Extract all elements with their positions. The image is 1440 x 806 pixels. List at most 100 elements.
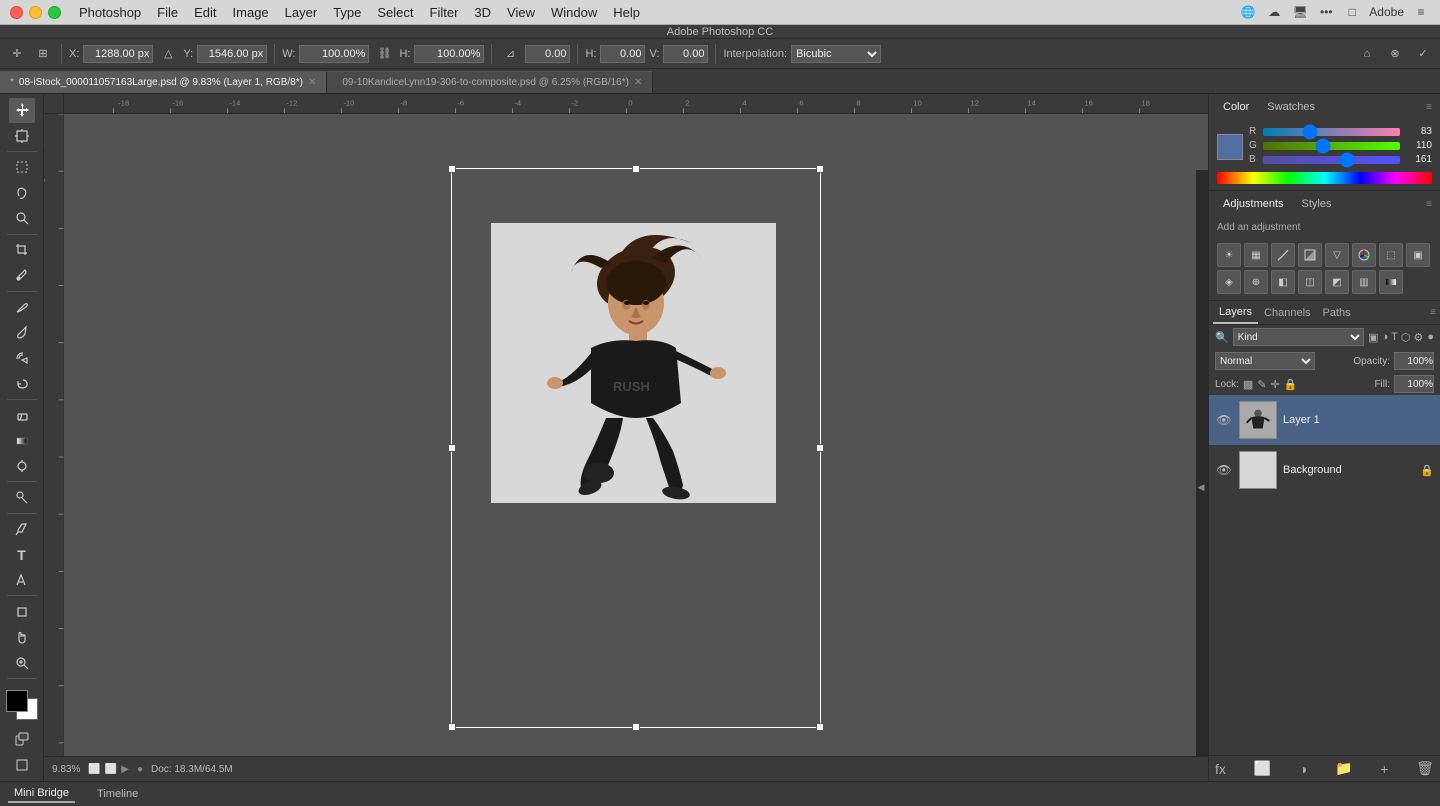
layer-row-layer1[interactable]: 👁 Layer 1 — [1209, 395, 1440, 445]
color-lookup-btn[interactable]: ◧ — [1271, 270, 1295, 294]
lock-image-icon[interactable]: ✎ — [1257, 378, 1266, 391]
photo-layer[interactable]: RUSH — [491, 223, 776, 503]
quick-mask-mode[interactable] — [9, 727, 35, 752]
curves-btn[interactable] — [1271, 243, 1295, 267]
new-layer-button[interactable]: + — [1380, 761, 1388, 777]
artboard-tool[interactable] — [9, 124, 35, 149]
adj-panel-header[interactable]: Adjustments Styles ≡ — [1209, 191, 1440, 217]
next-btn[interactable]: ▶ — [121, 764, 129, 775]
brightness-contrast-btn[interactable]: ☀ — [1217, 243, 1241, 267]
transform-handle-ml[interactable] — [448, 444, 456, 452]
b-slider[interactable] — [1263, 156, 1400, 164]
zoom-tool[interactable] — [9, 651, 35, 676]
layer1-visibility-icon[interactable]: 👁 — [1215, 413, 1233, 427]
vibrance-btn[interactable]: ▽ — [1325, 243, 1349, 267]
tab-2[interactable]: 09-10KandiceLynn19-306-to-composite.psd … — [327, 71, 653, 93]
hue-sat-btn[interactable] — [1352, 243, 1376, 267]
exposure-btn[interactable] — [1298, 243, 1322, 267]
close-button[interactable] — [10, 6, 23, 19]
adj-filter-icon[interactable]: ◑ — [1381, 331, 1388, 344]
smart-filter-icon[interactable]: ⚙ — [1413, 331, 1423, 344]
quick-select-tool[interactable] — [9, 206, 35, 231]
tab-adjustments[interactable]: Adjustments — [1217, 196, 1290, 212]
menu-help[interactable]: Help — [605, 0, 648, 25]
bw-btn[interactable]: ▣ — [1406, 243, 1430, 267]
rotate-input[interactable] — [525, 45, 570, 63]
clone-stamp-tool[interactable] — [9, 346, 35, 371]
opacity-input[interactable] — [1394, 352, 1434, 370]
healing-brush-tool[interactable] — [9, 295, 35, 320]
transform-handle-tm[interactable] — [632, 165, 640, 173]
lasso-tool[interactable] — [9, 181, 35, 206]
invert-btn[interactable]: ◫ — [1298, 270, 1322, 294]
w-input[interactable] — [299, 45, 369, 63]
tab-1-close[interactable]: ✕ — [308, 77, 316, 88]
adj-panel-menu[interactable]: ≡ — [1426, 199, 1432, 210]
skewh-input[interactable] — [600, 45, 645, 63]
menu-file[interactable]: File — [149, 0, 186, 25]
transform-handle-br[interactable] — [816, 723, 824, 731]
document-canvas[interactable]: ⊕ — [64, 114, 1208, 781]
delete-layer-button[interactable]: 🗑 — [1416, 760, 1434, 777]
x-input[interactable] — [83, 45, 153, 63]
color-spectrum-bar[interactable] — [1217, 172, 1432, 184]
mini-bridge-tab[interactable]: Mini Bridge — [8, 785, 75, 803]
color-panel-header[interactable]: Color Swatches ≡ — [1209, 94, 1440, 120]
pen-tool[interactable] — [9, 517, 35, 542]
confirm-transform-icon[interactable]: ✓ — [1412, 43, 1434, 65]
channel-mixer-btn[interactable]: ⊕ — [1244, 270, 1268, 294]
tab-styles[interactable]: Styles — [1296, 196, 1338, 212]
lock-position-icon[interactable]: ✛ — [1271, 378, 1280, 391]
shape-filter-icon[interactable]: ⬡ — [1401, 331, 1411, 344]
lock-transparent-icon[interactable]: ▩ — [1243, 378, 1253, 391]
h-input[interactable] — [414, 45, 484, 63]
skewv-input[interactable] — [663, 45, 708, 63]
interpolation-select[interactable]: Bicubic — [791, 45, 881, 63]
add-group-button[interactable]: 📁 — [1335, 760, 1352, 777]
gradient-tool[interactable] — [9, 428, 35, 453]
eraser-tool[interactable] — [9, 403, 35, 428]
transform-wrapper[interactable]: ⊕ — [451, 168, 821, 728]
screen-mode[interactable] — [9, 753, 35, 778]
tab-color[interactable]: Color — [1217, 99, 1255, 115]
tab-channels[interactable]: Channels — [1258, 301, 1316, 324]
prev-state-icon[interactable]: ⬜ — [88, 764, 100, 775]
gradient-map-btn[interactable] — [1379, 270, 1403, 294]
fill-input[interactable] — [1394, 375, 1434, 393]
menu-3d[interactable]: 3D — [466, 0, 499, 25]
fx-button[interactable]: fx — [1215, 761, 1226, 777]
timeline-tab[interactable]: Timeline — [91, 786, 144, 802]
transform-handle-mr[interactable] — [816, 444, 824, 452]
menu-filter[interactable]: Filter — [422, 0, 467, 25]
menu-window[interactable]: Window — [543, 0, 605, 25]
blend-mode-select[interactable]: Normal — [1215, 352, 1315, 370]
marquee-tool[interactable] — [9, 155, 35, 180]
panel-collapse-handle[interactable]: ◀ — [1196, 170, 1208, 806]
menu-layer[interactable]: Layer — [277, 0, 326, 25]
warp-icon[interactable]: ⌂ — [1356, 43, 1378, 65]
foreground-color-swatch[interactable] — [6, 690, 28, 712]
y-input[interactable] — [197, 45, 267, 63]
tab-1[interactable]: * 08-iStock_000011057163Large.psd @ 9.83… — [0, 71, 327, 93]
r-slider[interactable] — [1263, 128, 1400, 136]
g-slider[interactable] — [1263, 142, 1400, 150]
dodge-tool[interactable] — [9, 485, 35, 510]
posterize-btn[interactable]: ◩ — [1325, 270, 1349, 294]
layer-row-background[interactable]: 👁 Background 🔒 — [1209, 445, 1440, 495]
menu-photoshop[interactable]: Photoshop — [71, 0, 149, 25]
tab-swatches[interactable]: Swatches — [1261, 99, 1321, 115]
active-color-box[interactable] — [1217, 134, 1243, 160]
levels-btn[interactable]: ▦ — [1244, 243, 1268, 267]
transform-handle-bl[interactable] — [448, 723, 456, 731]
transform-handle-bm[interactable] — [632, 723, 640, 731]
color-balance-btn[interactable]: ⬚ — [1379, 243, 1403, 267]
transform-handle-tr[interactable] — [816, 165, 824, 173]
tab-paths[interactable]: Paths — [1317, 301, 1357, 324]
path-select-tool[interactable] — [9, 568, 35, 593]
brush-tool[interactable] — [9, 320, 35, 345]
cancel-transform-icon[interactable]: ⊗ — [1384, 43, 1406, 65]
threshold-btn[interactable]: ▥ — [1352, 270, 1376, 294]
add-adjustment-button[interactable]: ◑ — [1299, 761, 1307, 777]
maximize-button[interactable] — [48, 6, 61, 19]
link-icon[interactable]: ⛓ — [373, 43, 395, 65]
